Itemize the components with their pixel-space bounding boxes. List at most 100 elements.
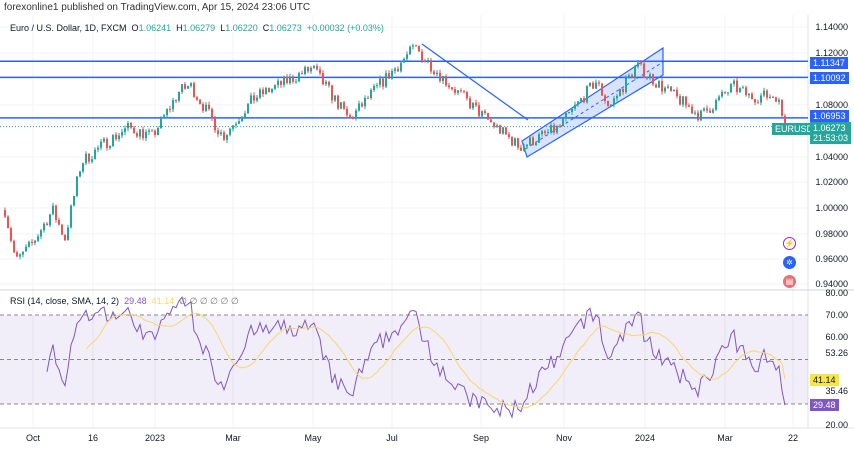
candle-body <box>475 102 477 106</box>
candle-body <box>751 93 753 100</box>
candle-body <box>130 123 132 128</box>
candle-body <box>541 131 543 135</box>
candle-body <box>664 87 666 92</box>
candle-body <box>607 101 609 107</box>
candle-body <box>535 142 537 146</box>
candle-body <box>712 109 714 113</box>
candle-body <box>49 214 51 226</box>
candle-body <box>154 130 156 135</box>
time-tick: Sep <box>472 433 490 443</box>
candle-body <box>343 102 345 109</box>
candle-body <box>238 121 240 124</box>
candle-body <box>124 128 126 133</box>
chart-canvas[interactable] <box>0 0 854 451</box>
candle-body <box>109 145 111 149</box>
candle-body <box>85 153 87 164</box>
level-tag: 1.11347 <box>810 57 848 69</box>
eu-flag-icon[interactable]: ✲ <box>783 256 796 269</box>
time-tick: Nov <box>555 433 573 443</box>
candle-body <box>439 72 441 82</box>
candle-body <box>301 73 303 75</box>
rsi-tick: 35.46 <box>825 386 848 396</box>
candle-body <box>103 138 105 142</box>
candle-body <box>427 60 429 62</box>
candle-body <box>415 45 417 47</box>
candle-body <box>193 83 195 98</box>
candle-body <box>73 195 75 206</box>
candle-body <box>250 95 252 104</box>
candle-body <box>115 134 117 140</box>
candle-body <box>646 77 648 79</box>
candle-body <box>373 86 375 91</box>
candle-body <box>286 76 288 84</box>
candle-body <box>340 102 342 109</box>
candle-body <box>772 96 774 98</box>
candle-body <box>730 83 732 93</box>
level-tag: 1.06953 <box>810 110 849 122</box>
candle-body <box>490 119 492 123</box>
candle-body <box>82 163 84 172</box>
candle-body <box>760 95 762 103</box>
candle-body <box>175 100 177 102</box>
candle-body <box>328 81 330 86</box>
candle-body <box>397 68 399 72</box>
candle-body <box>421 51 423 61</box>
candle-body <box>319 69 321 74</box>
us-flag-icon[interactable]: ▤ <box>783 275 796 288</box>
candle-body <box>469 98 471 109</box>
candle-body <box>34 240 36 243</box>
candle-body <box>457 90 459 93</box>
last-price-tag: 1.06273 21:53:03 <box>810 122 852 144</box>
candle-body <box>208 104 210 109</box>
candle-body <box>136 133 138 137</box>
candle-body <box>748 93 750 96</box>
candle-body <box>442 76 444 82</box>
candle-body <box>661 81 663 92</box>
candle-body <box>529 137 531 145</box>
candle-body <box>526 144 528 147</box>
candle-body <box>241 117 243 122</box>
candle-body <box>631 75 633 78</box>
candle-body <box>550 125 552 132</box>
candle-body <box>346 108 348 116</box>
candle-body <box>502 127 504 134</box>
time-tick: Oct <box>25 433 41 443</box>
candle-body <box>655 84 657 88</box>
candle-body <box>460 90 462 92</box>
candle-body <box>145 131 147 139</box>
candle-body <box>496 125 498 127</box>
candle-body <box>244 113 246 118</box>
rsi-label: RSI (14, close, SMA, 14, 2) <box>10 296 120 306</box>
candle-body <box>715 100 717 110</box>
candle-body <box>691 106 693 114</box>
candle-body <box>313 66 315 68</box>
candle-body <box>58 219 60 225</box>
open-label: O <box>131 23 139 33</box>
candle-body <box>22 251 24 255</box>
candle-body <box>268 87 270 93</box>
candle-body <box>196 97 198 100</box>
candle-body <box>697 112 699 121</box>
candle-body <box>211 108 213 119</box>
candle-body <box>358 103 360 111</box>
candle-body <box>484 111 486 114</box>
candle-body <box>79 171 81 177</box>
time-tick: 2024 <box>634 433 656 443</box>
time-tick: 2023 <box>144 433 166 443</box>
candle-body <box>382 78 384 87</box>
rsi-tick: 60.00 <box>825 332 848 342</box>
candle-body <box>721 91 723 97</box>
lightning-icon[interactable]: ⚡ <box>783 237 796 250</box>
rsi-na-values: ∅ ∅ ∅ ∅ ∅ ∅ <box>179 296 239 306</box>
candle-body <box>274 85 276 89</box>
candle-body <box>97 147 99 150</box>
candle-body <box>19 254 21 257</box>
candle-body <box>370 90 372 99</box>
candle-body <box>202 104 204 111</box>
candle-body <box>91 159 93 162</box>
candle-body <box>736 80 738 93</box>
candle-body <box>703 108 705 111</box>
candle-body <box>247 103 249 114</box>
candle-body <box>100 141 102 148</box>
candle-body <box>637 62 639 67</box>
